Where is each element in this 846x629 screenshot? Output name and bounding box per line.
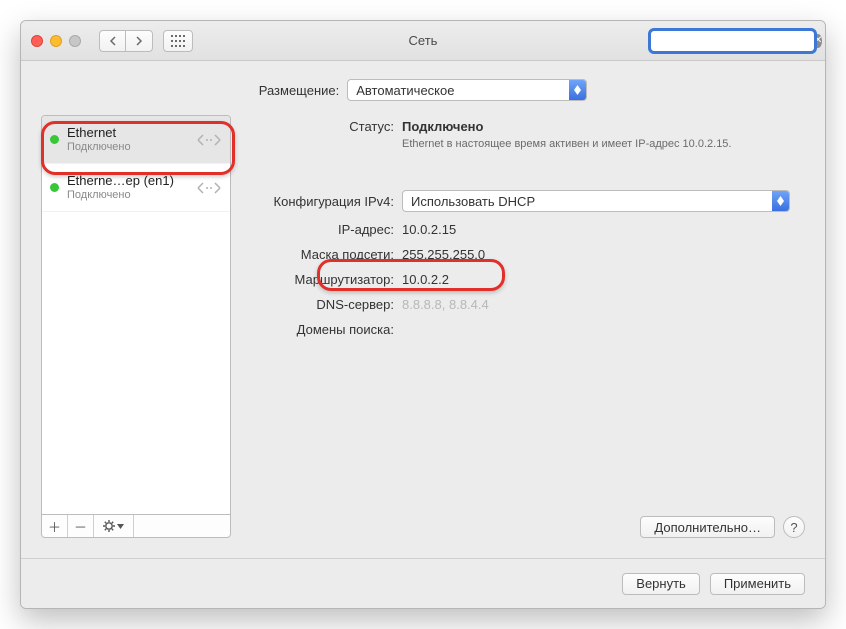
service-sub: Подключено — [67, 141, 188, 154]
chevron-up-down-icon — [569, 80, 586, 100]
status-label: Статус: — [249, 119, 394, 134]
status-desc-row: Ethernet в настоящее время активен и име… — [249, 138, 805, 150]
ethernet-icon — [196, 178, 222, 198]
show-all-button[interactable] — [163, 30, 193, 52]
config-row: Конфигурация IPv4: Использовать DHCP — [249, 190, 805, 212]
mask-value: 255.255.255.0 — [402, 247, 485, 262]
router-label: Маршрутизатор: — [249, 272, 394, 287]
search-clear-button[interactable]: ✕ — [814, 34, 822, 48]
service-item-ethernet[interactable]: Ethernet Подключено — [42, 116, 230, 164]
location-select[interactable]: Автоматическое — [347, 79, 587, 101]
router-row: Маршрутизатор: 10.0.2.2 — [249, 272, 805, 287]
traffic-lights — [31, 35, 81, 47]
detail-footer: Дополнительно… ? — [249, 516, 805, 538]
ip-label: IP-адрес: — [249, 222, 394, 237]
nav-back-forward — [99, 30, 153, 52]
location-label: Размещение: — [259, 83, 340, 98]
chevron-up-down-icon — [772, 191, 789, 211]
add-service-button[interactable]: ＋ — [42, 515, 68, 537]
columns: Ethernet Подключено Etherne…ep (en1) Под… — [41, 115, 805, 538]
apply-button[interactable]: Применить — [710, 573, 805, 595]
titlebar: Сеть ✕ — [21, 21, 825, 61]
config-value: Использовать DHCP — [403, 194, 772, 209]
ip-value: 10.0.2.15 — [402, 222, 456, 237]
service-text: Ethernet Подключено — [67, 125, 188, 154]
bottom-bar: Вернуть Применить — [21, 558, 825, 608]
sidebar-footer: ＋ － — [41, 515, 231, 538]
service-name: Etherne…ep (en1) — [67, 173, 188, 189]
status-dot-icon — [50, 135, 59, 144]
service-name: Ethernet — [67, 125, 188, 141]
grid-icon — [171, 35, 185, 47]
close-button[interactable] — [31, 35, 43, 47]
forward-button[interactable] — [126, 30, 153, 52]
status-desc: Ethernet в настоящее время активен и име… — [402, 138, 731, 150]
search-domains-row: Домены поиска: — [249, 322, 805, 337]
ip-row: IP-адрес: 10.0.2.15 — [249, 222, 805, 237]
dns-label: DNS-сервер: — [249, 297, 394, 312]
mask-row: Маска подсети: 255.255.255.0 — [249, 247, 805, 262]
router-value: 10.0.2.2 — [402, 272, 449, 287]
revert-button[interactable]: Вернуть — [622, 573, 700, 595]
service-text: Etherne…ep (en1) Подключено — [67, 173, 188, 202]
advanced-button[interactable]: Дополнительно… — [640, 516, 775, 538]
remove-service-button[interactable]: － — [68, 515, 94, 537]
chevron-left-icon — [109, 36, 117, 46]
service-list[interactable]: Ethernet Подключено Etherne…ep (en1) Под… — [41, 115, 231, 515]
location-row: Размещение: Автоматическое — [41, 79, 805, 101]
status-dot-icon — [50, 183, 59, 192]
chevron-right-icon — [135, 36, 143, 46]
service-sub: Подключено — [67, 189, 188, 202]
gear-icon — [103, 520, 115, 532]
detail-pane: Статус: Подключено Ethernet в настоящее … — [249, 115, 805, 538]
minimize-button[interactable] — [50, 35, 62, 47]
search-input[interactable] — [655, 31, 814, 51]
window-body: Размещение: Автоматическое Ethernet Под — [21, 61, 825, 558]
network-prefs-window: Сеть ✕ Размещение: Автоматическое — [20, 20, 826, 609]
dns-row: DNS-сервер: 8.8.8.8, 8.8.4.4 — [249, 297, 805, 312]
help-button[interactable]: ? — [783, 516, 805, 538]
status-value: Подключено — [402, 119, 483, 134]
search-field[interactable]: ✕ — [650, 30, 815, 52]
service-item-ethernet-en1[interactable]: Etherne…ep (en1) Подключено — [42, 164, 230, 212]
sidebar: Ethernet Подключено Etherne…ep (en1) Под… — [41, 115, 231, 538]
location-value: Автоматическое — [348, 83, 569, 98]
service-actions-button[interactable] — [94, 515, 134, 537]
dns-value: 8.8.8.8, 8.8.4.4 — [402, 297, 489, 312]
mask-label: Маска подсети: — [249, 247, 394, 262]
ethernet-icon — [196, 130, 222, 150]
status-row: Статус: Подключено — [249, 119, 805, 134]
config-label: Конфигурация IPv4: — [249, 194, 394, 209]
search-domains-label: Домены поиска: — [249, 322, 394, 337]
zoom-button[interactable] — [69, 35, 81, 47]
back-button[interactable] — [99, 30, 126, 52]
config-ipv4-select[interactable]: Использовать DHCP — [402, 190, 790, 212]
chevron-down-icon — [117, 524, 124, 529]
